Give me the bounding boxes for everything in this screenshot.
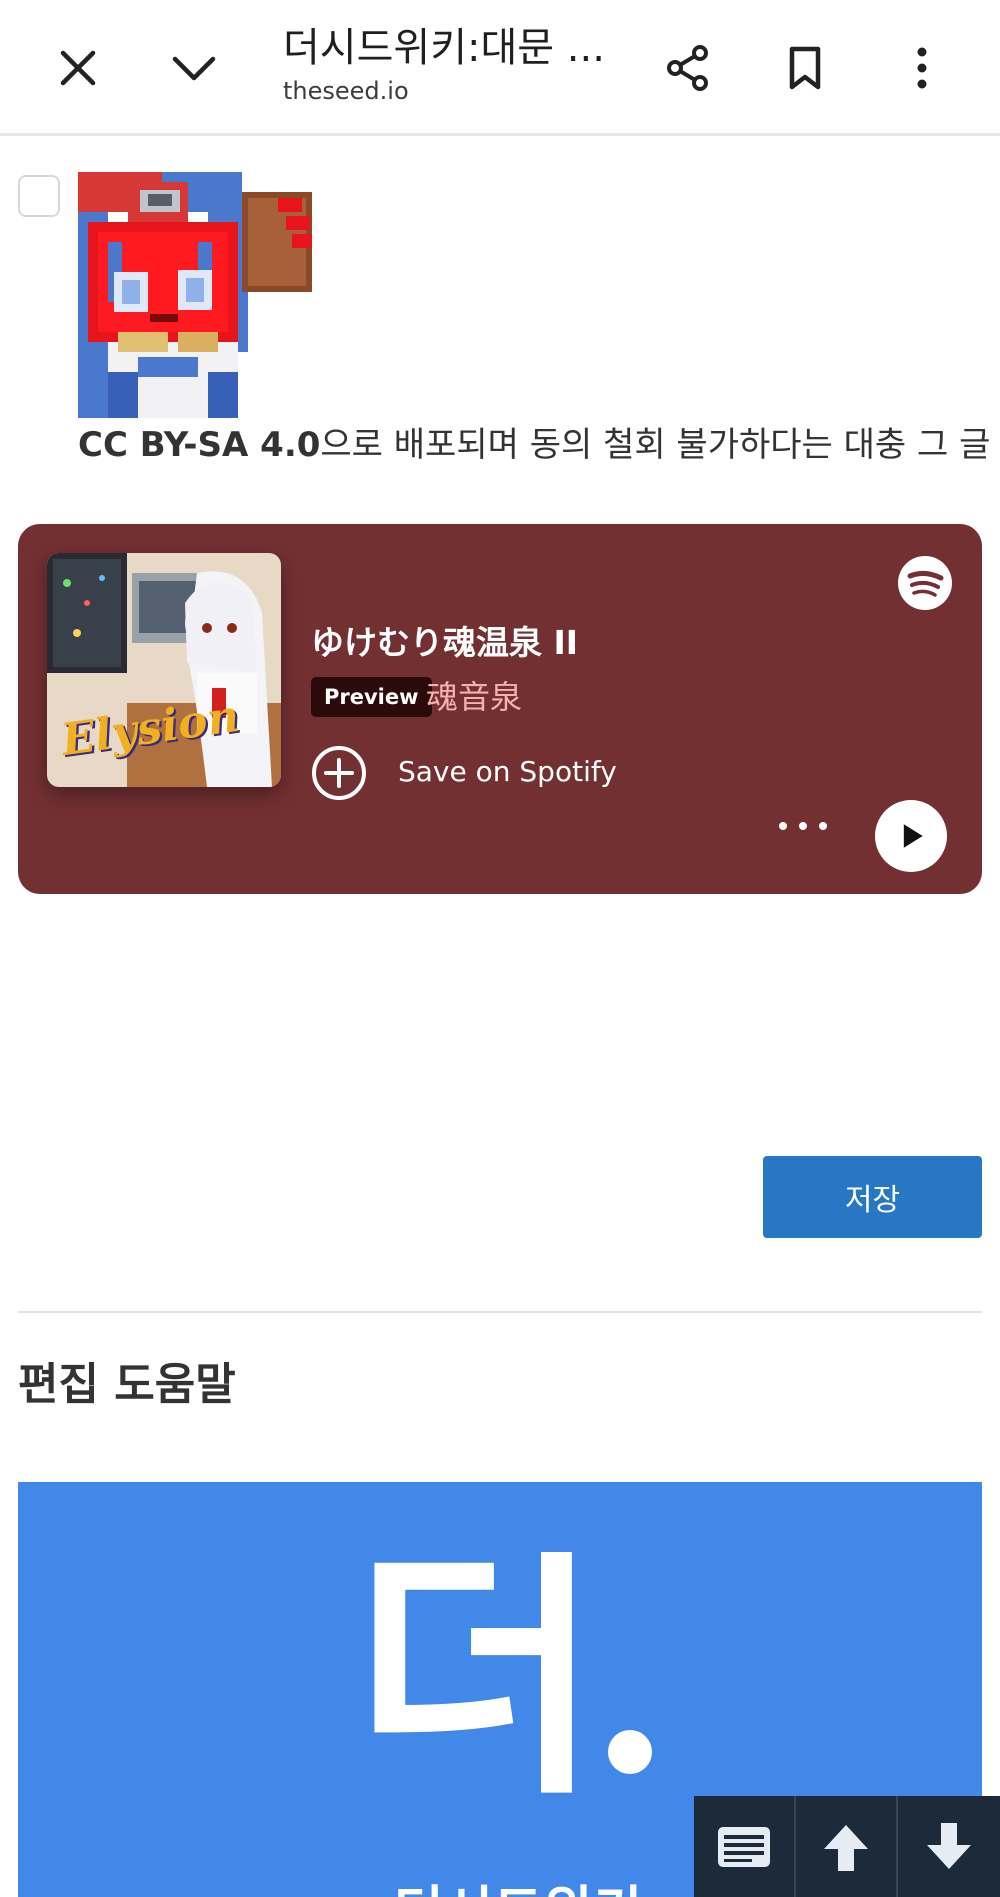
close-icon[interactable] xyxy=(46,36,110,100)
track-title[interactable]: ゆけむり魂温泉 II xyxy=(311,616,578,664)
bookmark-icon[interactable] xyxy=(773,36,837,100)
artist-name[interactable]: 魂音泉 xyxy=(426,674,522,720)
banner-glyph: 더 xyxy=(353,1552,601,1812)
save-button[interactable]: 저장 xyxy=(763,1156,982,1238)
browser-toolbar: 더시드위키:대문 ... theseed.io xyxy=(0,0,1000,136)
section-divider xyxy=(18,1311,982,1313)
add-circle-icon[interactable] xyxy=(311,745,367,801)
play-icon xyxy=(903,824,923,848)
page-title: 더시드위키:대문 ... xyxy=(283,25,603,71)
license-notice: CC BY-SA 4.0으로 배포되며 동의 철회 불가하다는 대충 그 글 xyxy=(78,420,990,470)
preview-badge: Preview xyxy=(311,677,432,717)
edit-help-heading: 편집 도움말 xyxy=(18,1359,236,1410)
domain-label: theseed.io xyxy=(283,77,409,105)
share-icon[interactable] xyxy=(656,36,720,100)
theseed-logo-icon: 더 xyxy=(353,1552,652,1812)
toc-button[interactable] xyxy=(694,1796,796,1897)
arrow-down-icon xyxy=(927,1822,971,1869)
mascot-sprite-image xyxy=(78,172,322,418)
license-checkbox[interactable] xyxy=(18,175,60,217)
save-on-spotify-link[interactable]: Save on Spotify xyxy=(398,752,617,792)
album-art-image[interactable]: Elysion xyxy=(47,553,281,787)
license-description: 으로 배포되며 동의 철회 불가하다는 대충 그 글 xyxy=(320,425,991,465)
chevron-down-icon[interactable] xyxy=(162,36,226,100)
spotify-logo-icon[interactable] xyxy=(898,556,952,610)
banner-subtitle: 더시드위키 xyxy=(394,1867,642,1897)
scroll-top-button[interactable] xyxy=(796,1796,898,1897)
address-area[interactable]: 더시드위키:대문 ... theseed.io xyxy=(283,22,603,106)
scroll-bottom-button[interactable] xyxy=(898,1796,1000,1897)
more-options-icon[interactable] xyxy=(773,816,833,836)
toc-icon xyxy=(718,1826,770,1867)
floating-toolbar xyxy=(694,1796,1000,1897)
arrow-up-icon xyxy=(824,1824,868,1871)
spotify-embed: Elysion ゆけむり魂温泉 II Preview 魂音泉 Save on S… xyxy=(18,524,982,894)
more-vert-icon[interactable] xyxy=(890,36,954,100)
license-name: CC BY-SA 4.0 xyxy=(78,425,321,465)
play-button[interactable] xyxy=(875,800,947,872)
